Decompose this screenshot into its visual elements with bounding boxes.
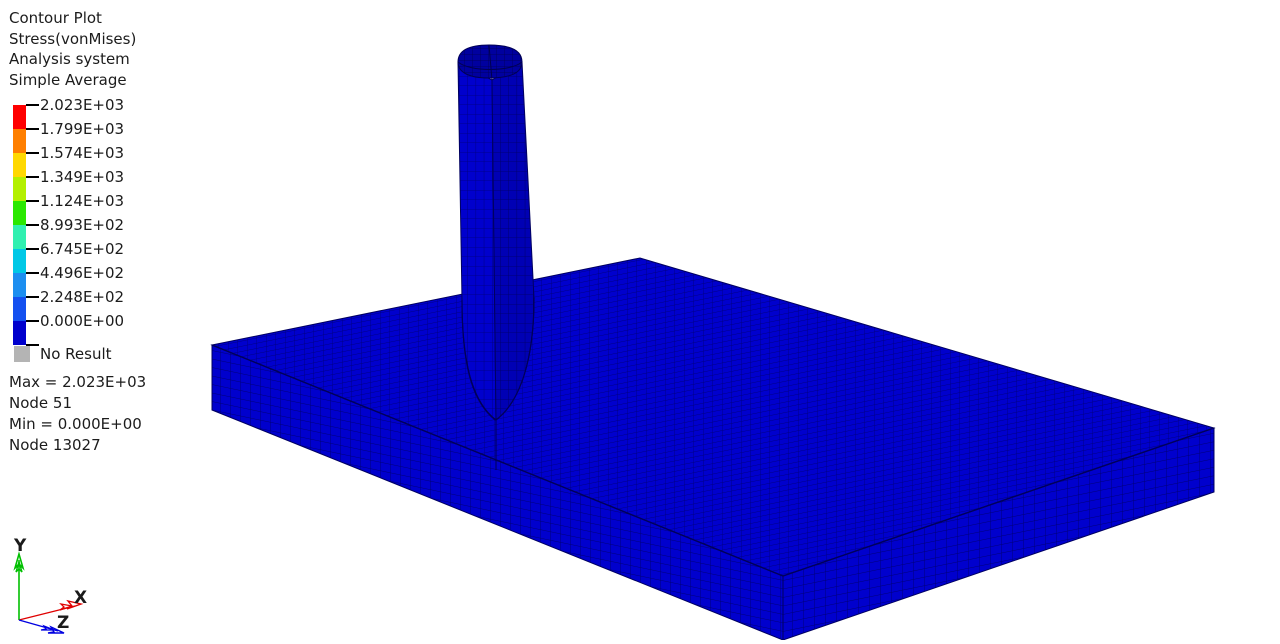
color-band-2[interactable] [13, 152, 39, 177]
contour-legend-panel: Contour Plot Stress(vonMises) Analysis s… [0, 0, 210, 470]
color-band-5[interactable] [13, 224, 39, 249]
color-band-8[interactable] [13, 296, 39, 321]
color-band-tick-4 [26, 200, 39, 202]
color-band-6[interactable] [13, 248, 39, 273]
color-band-label-1: 1.799E+03 [40, 120, 125, 138]
color-band-3[interactable] [13, 176, 39, 201]
plot-header: Contour Plot Stress(vonMises) Analysis s… [9, 8, 136, 90]
color-band-tick-5 [26, 224, 39, 226]
color-band-label-7: 4.496E+02 [40, 264, 125, 282]
color-band-label-0: 2.023E+03 [40, 96, 125, 114]
plot-header-line-2: Stress(vonMises) [9, 29, 137, 48]
color-band-tick-0 [26, 104, 39, 106]
y-axis-label: Y [14, 536, 27, 556]
no-result-swatch [14, 346, 30, 362]
no-result-row[interactable]: No Result [14, 345, 204, 365]
color-band-1[interactable] [13, 128, 39, 153]
no-result-label: No Result [40, 345, 112, 363]
x-axis-label: X [74, 588, 88, 608]
color-band-tick-7 [26, 272, 39, 274]
color-band-tick-9 [26, 320, 39, 322]
color-band-7[interactable] [13, 272, 39, 297]
color-band-tick-1 [26, 128, 39, 130]
color-band-label-9: 0.000E+00 [40, 312, 125, 330]
plot-header-line-4: Simple Average [9, 70, 127, 89]
color-band-tick-3 [26, 176, 39, 178]
y-axis-arrow [13, 551, 25, 620]
color-band-label-5: 8.993E+02 [40, 216, 125, 234]
color-band-label-4: 1.124E+03 [40, 192, 125, 210]
color-band-0[interactable] [13, 104, 39, 129]
min-value-line: Min = 0.000E+00 [9, 415, 142, 433]
extremes-readout: Max = 2.023E+03 Node 51 Min = 0.000E+00 … [9, 372, 146, 456]
axis-triad[interactable]: Y X Z [0, 528, 120, 640]
color-band-4[interactable] [13, 200, 39, 225]
min-node-line: Node 13027 [9, 436, 101, 454]
color-band-tick-2 [26, 152, 39, 154]
color-scale-bar[interactable] [13, 104, 39, 345]
color-band-tick-8 [26, 296, 39, 298]
color-band-label-6: 6.745E+02 [40, 240, 125, 258]
color-band-tick-6 [26, 248, 39, 250]
x-axis-arrow [18, 599, 84, 621]
color-band-label-2: 1.574E+03 [40, 144, 125, 162]
max-value-line: Max = 2.023E+03 [9, 373, 147, 391]
color-band-label-8: 2.248E+02 [40, 288, 125, 306]
color-band-tick-bottom [26, 344, 39, 346]
plot-header-line-1: Contour Plot [9, 9, 102, 27]
z-axis-label: Z [57, 613, 70, 633]
color-band-9[interactable] [13, 320, 39, 345]
plot-header-line-3: Analysis system [9, 50, 130, 68]
max-node-line: Node 51 [9, 394, 73, 412]
color-band-label-3: 1.349E+03 [40, 168, 125, 186]
